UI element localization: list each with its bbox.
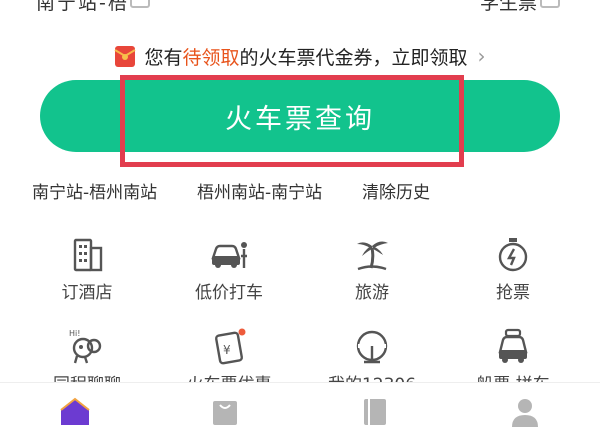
- railway-icon: [356, 330, 388, 364]
- shortcut-label: 旅游: [355, 283, 389, 303]
- coupon-banner[interactable]: 您有 待领取 的火车票代金券，立即领取 ›: [0, 40, 600, 72]
- svg-text:Hi!: Hi!: [69, 329, 80, 338]
- shortcut-taxi[interactable]: 低价打车: [169, 234, 289, 304]
- bottom-tab-bar: [0, 382, 600, 427]
- hotel-icon: [73, 238, 103, 272]
- stopwatch-icon: [498, 238, 528, 272]
- user-icon[interactable]: [508, 395, 542, 427]
- top-row-right-text: 学生票: [480, 0, 538, 14]
- shortcut-grab-ticket[interactable]: 抢票: [453, 234, 573, 304]
- clear-history-button[interactable]: 清除历史: [362, 178, 430, 203]
- notebook-icon[interactable]: [358, 395, 392, 427]
- shortcut-label: 订酒店: [61, 283, 113, 303]
- coupon-suffix: 的火车票代金券，立即领取: [239, 46, 468, 69]
- search-history: 南宁站-梧州南站 梧州南站-南宁站 清除历史: [0, 178, 600, 206]
- chat-mascot-icon: Hi!: [69, 329, 102, 364]
- top-row: 南宁站-梧 学生票: [0, 0, 600, 14]
- shortcut-label: 抢票: [496, 283, 530, 303]
- coupon-ticket-icon: ¥: [215, 328, 246, 365]
- home-icon[interactable]: [58, 395, 92, 427]
- train-ticket-query-button[interactable]: 火车票查询: [40, 80, 560, 152]
- taxi-icon: [211, 242, 247, 268]
- history-item[interactable]: 南宁站-梧州南站: [32, 178, 157, 203]
- shortcut-hotel[interactable]: 订酒店: [27, 234, 147, 304]
- shortcut-label: 低价打车: [195, 283, 263, 303]
- history-item[interactable]: 梧州南站-南宁站: [197, 178, 322, 203]
- bag-icon[interactable]: [208, 395, 242, 427]
- chevron-right-icon: ›: [477, 44, 486, 68]
- palm-tree-icon: [357, 241, 388, 271]
- top-row-left-text: 南宁站-梧: [36, 0, 129, 14]
- coupon-highlight: 待领取: [182, 46, 240, 69]
- bus-icon: [498, 328, 528, 363]
- red-envelope-icon: [114, 46, 136, 67]
- coupon-prefix: 您有: [144, 46, 183, 69]
- checkbox-right[interactable]: [540, 0, 560, 8]
- checkbox-left[interactable]: [130, 0, 150, 8]
- shortcut-travel[interactable]: 旅游: [312, 234, 432, 304]
- svg-text:¥: ¥: [223, 343, 231, 357]
